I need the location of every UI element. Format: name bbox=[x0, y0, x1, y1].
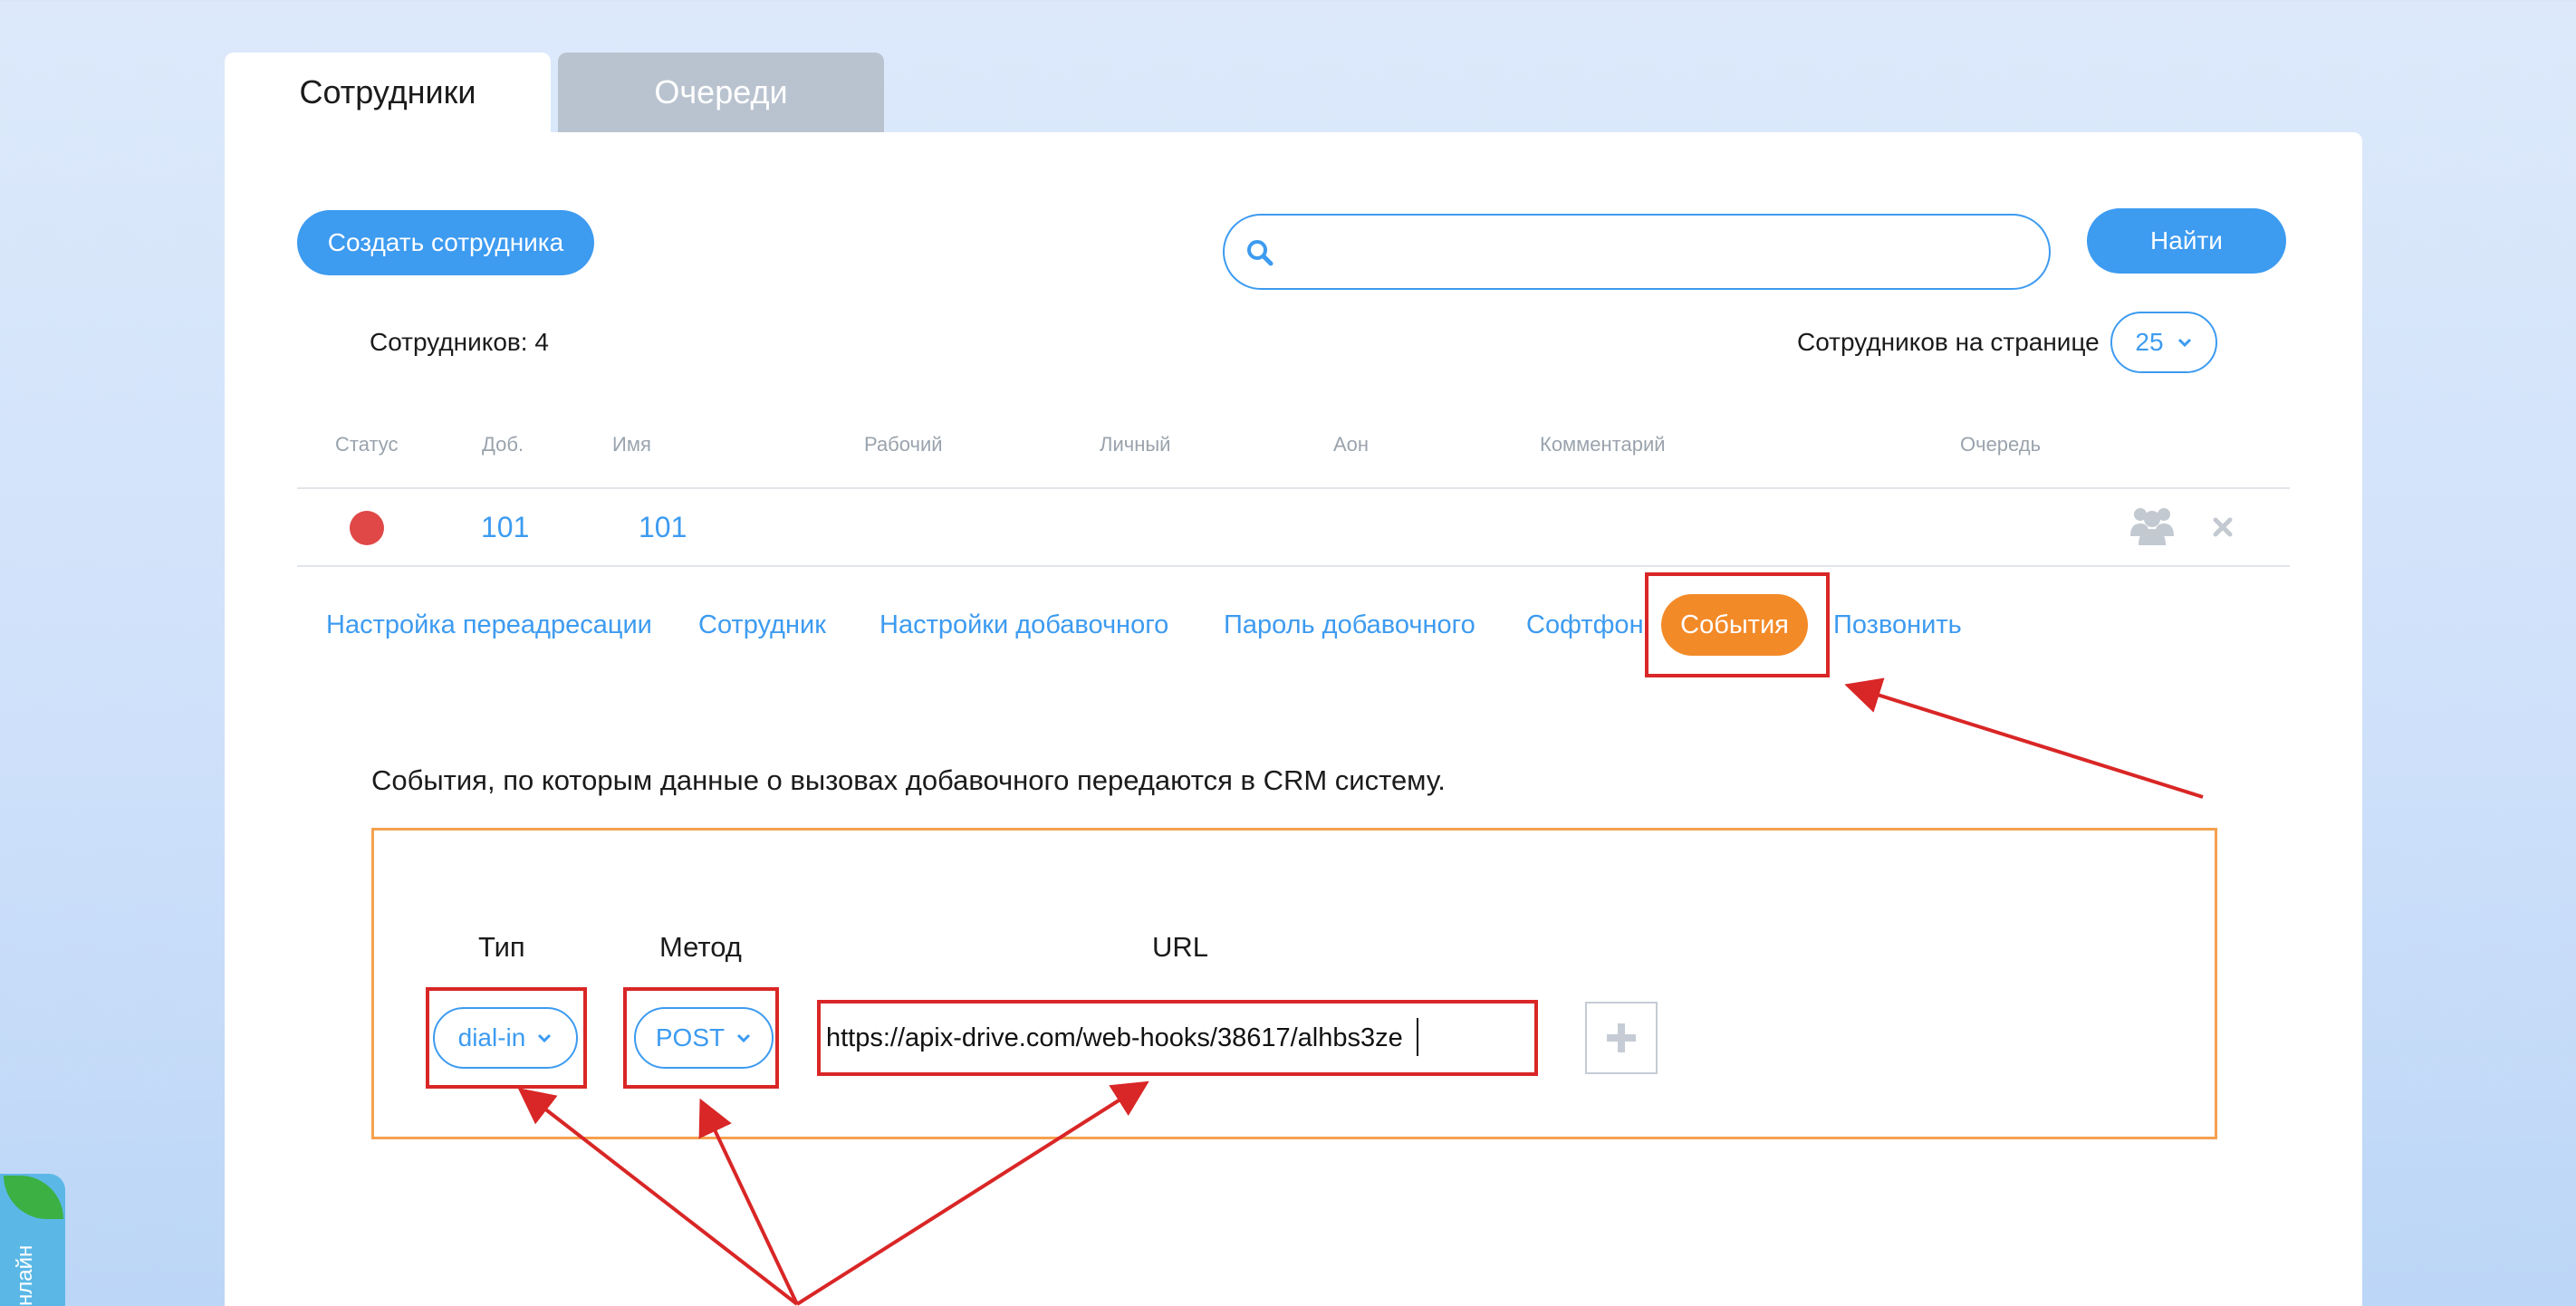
online-chat-label: нлайн bbox=[13, 1244, 37, 1306]
col-ext: Доб. bbox=[482, 433, 524, 456]
subnav-softphone[interactable]: Софтфон bbox=[1526, 610, 1644, 640]
per-page-label: Сотрудников на странице bbox=[1797, 328, 2100, 356]
events-frame bbox=[371, 828, 2217, 1139]
find-button[interactable]: Найти bbox=[2087, 208, 2286, 274]
per-page-select[interactable]: 25 bbox=[2110, 312, 2217, 373]
col-status: Статус bbox=[335, 433, 399, 456]
col-work: Рабочий bbox=[864, 433, 943, 456]
highlight-method-select bbox=[623, 987, 779, 1089]
row-divider bbox=[297, 565, 2290, 567]
status-indicator bbox=[350, 511, 384, 545]
chevron-down-icon bbox=[2177, 338, 2191, 348]
create-employee-button[interactable]: Создать сотрудника bbox=[297, 210, 594, 275]
col-personal: Личный bbox=[1100, 433, 1171, 456]
events-description: События, по которым данные о вызовах доб… bbox=[371, 764, 1446, 796]
col-aon: Аон bbox=[1333, 433, 1370, 456]
table-divider bbox=[297, 487, 2290, 489]
plus-icon bbox=[1607, 1023, 1636, 1052]
url-header: URL bbox=[1152, 931, 1209, 963]
subnav-forwarding[interactable]: Настройка переадресации bbox=[326, 610, 652, 640]
search-field[interactable] bbox=[1223, 214, 2051, 290]
close-icon[interactable] bbox=[2212, 516, 2234, 538]
highlight-events-tab bbox=[1645, 572, 1830, 677]
users-icon[interactable] bbox=[2129, 504, 2176, 547]
type-header: Тип bbox=[478, 931, 525, 963]
search-icon bbox=[1247, 240, 1274, 266]
method-header: Метод bbox=[659, 931, 742, 963]
col-comment: Комментарий bbox=[1540, 433, 1666, 456]
per-page-value: 25 bbox=[2135, 328, 2164, 356]
subnav-extension-password[interactable]: Пароль добавочного bbox=[1224, 610, 1475, 640]
row-name[interactable]: 101 bbox=[639, 511, 687, 544]
subnav-call[interactable]: Позвонить bbox=[1833, 610, 1962, 640]
row-ext[interactable]: 101 bbox=[481, 511, 529, 544]
tab-queues[interactable]: Очереди bbox=[558, 53, 884, 132]
col-queue: Очередь bbox=[1960, 433, 2042, 456]
highlight-type-select bbox=[426, 987, 587, 1089]
tab-employees[interactable]: Сотрудники bbox=[225, 53, 551, 132]
subnav-employee[interactable]: Сотрудник bbox=[698, 610, 826, 640]
search-input[interactable] bbox=[1288, 225, 2031, 279]
add-event-button[interactable] bbox=[1585, 1002, 1658, 1074]
employee-count: Сотрудников: 4 bbox=[370, 328, 549, 356]
subnav-extension-settings[interactable]: Настройки добавочного bbox=[879, 610, 1168, 640]
col-name: Имя bbox=[612, 433, 651, 456]
highlight-url-input bbox=[817, 1000, 1538, 1076]
